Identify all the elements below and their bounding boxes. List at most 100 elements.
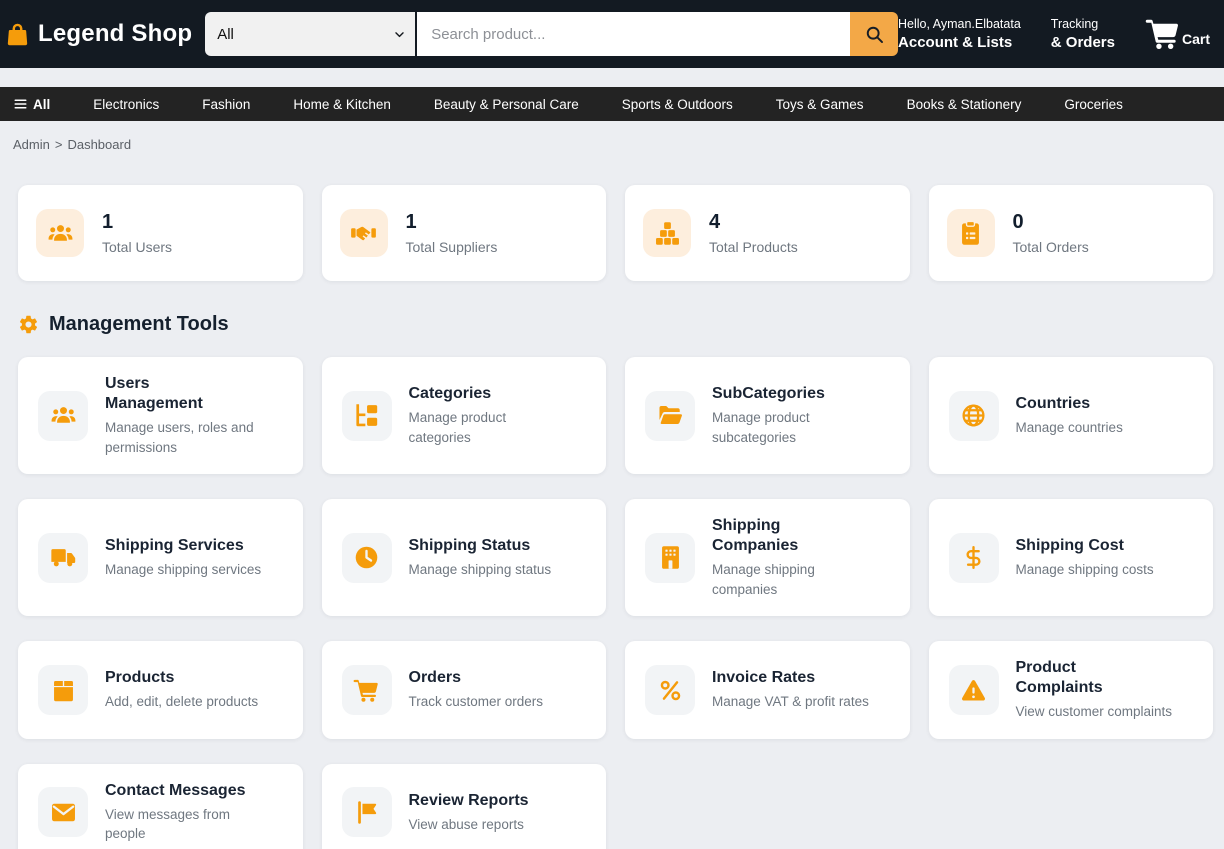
tool-card-invoice-rates[interactable]: Invoice Rates Manage VAT & profit rates	[625, 641, 910, 739]
tool-text: Orders Track customer orders	[409, 668, 544, 712]
truck-icon	[38, 532, 88, 583]
tool-card-contact-messages[interactable]: Contact Messages View messages from peop…	[18, 763, 303, 849]
nav-item-electronics[interactable]: Electronics	[93, 97, 159, 112]
nav-item-label: Electronics	[93, 96, 160, 112]
tool-title: Products	[105, 669, 175, 687]
tool-text: Shipping Services Manage shipping servic…	[105, 536, 261, 580]
nav-item-label: Groceries	[1064, 96, 1123, 112]
search-icon	[864, 24, 885, 45]
tool-text: Products Add, edit, delete products	[105, 668, 258, 712]
tool-card-shipping-status[interactable]: Shipping Status Manage shipping status	[321, 499, 606, 617]
nav-item-sports-outdoors[interactable]: Sports & Outdoors	[622, 97, 733, 112]
stat-card-total-users: 1 Total Users	[18, 185, 303, 281]
tool-title: Review Reports	[408, 791, 529, 809]
tool-subtitle: Manage users, roles and permissions	[105, 420, 254, 455]
tool-subtitle: Manage shipping services	[105, 561, 262, 577]
tool-subtitle: Manage countries	[1015, 419, 1123, 435]
search-category-select[interactable]: All	[205, 12, 416, 56]
tool-card-countries[interactable]: Countries Manage countries	[928, 357, 1213, 475]
tool-subtitle: Add, edit, delete products	[105, 694, 259, 710]
breadcrumb-dashboard[interactable]: Dashboard	[67, 137, 131, 152]
tool-title: Orders	[408, 669, 461, 687]
tool-text: Product Complaints View customer complai…	[1016, 658, 1173, 722]
tool-subtitle: View abuse reports	[408, 816, 524, 832]
tool-subtitle: Manage product categories	[408, 410, 507, 445]
nav-item-all[interactable]: All	[13, 97, 50, 112]
cart-button[interactable]: Cart	[1145, 16, 1210, 52]
nav-item-groceries[interactable]: Groceries	[1064, 97, 1123, 112]
tool-title: Invoice Rates	[712, 669, 816, 687]
tool-card-review-reports[interactable]: Review Reports View abuse reports	[321, 763, 606, 849]
stat-value: 0	[1012, 211, 1024, 233]
tool-text: Categories Manage product categories	[409, 384, 507, 447]
nav-item-label: All	[33, 96, 51, 112]
folder-tree-icon	[341, 390, 392, 441]
tool-text: Users Management Manage users, roles and…	[105, 374, 254, 457]
tool-card-orders[interactable]: Orders Track customer orders	[321, 641, 606, 739]
stat-label: Total Orders	[1012, 239, 1089, 255]
tool-text: Shipping Status Manage shipping status	[409, 536, 552, 580]
tool-card-product-complaints[interactable]: Product Complaints View customer complai…	[928, 641, 1213, 739]
tool-card-categories[interactable]: Categories Manage product categories	[321, 357, 606, 475]
stat-card-total-suppliers: 1 Total Suppliers	[321, 185, 606, 281]
account-greeting: Hello, Ayman.Elbatata	[898, 16, 1021, 31]
tool-card-shipping-services[interactable]: Shipping Services Manage shipping servic…	[18, 499, 303, 617]
tool-card-users-management[interactable]: Users Management Manage users, roles and…	[18, 357, 303, 475]
tool-title: Countries	[1015, 394, 1091, 412]
tool-text: Shipping Companies Manage shipping compa…	[712, 516, 815, 599]
gear-icon	[18, 314, 39, 335]
nav-item-label: Books & Stationery	[906, 96, 1022, 112]
category-navbar: All Electronics Fashion Home & Kitchen Beaut…	[0, 87, 1224, 121]
tool-title: SubCategories	[712, 385, 825, 402]
tool-subtitle: Manage shipping costs	[1015, 561, 1154, 577]
stats-grid: 1 Total Users 1 Total Suppliers 4 Total …	[18, 185, 1213, 281]
nav-item-toys-games[interactable]: Toys & Games	[776, 97, 864, 112]
tools-grid: Users Management Manage users, roles and…	[18, 357, 1213, 849]
account-menu[interactable]: Hello, Ayman.Elbatata Account & Lists	[898, 17, 1021, 52]
nav-item-fashion[interactable]: Fashion	[202, 97, 250, 112]
tool-subtitle: Manage shipping status	[408, 561, 552, 577]
tool-card-subcategories[interactable]: SubCategories Manage product subcategori…	[625, 357, 910, 475]
nav-item-label: Toys & Games	[775, 96, 864, 112]
search-button[interactable]	[850, 12, 899, 56]
tool-title: Shipping Cost	[1015, 536, 1124, 554]
nav-item-label: Fashion	[202, 96, 251, 112]
nav-item-label: Sports & Outdoors	[621, 96, 733, 112]
tool-subtitle: View messages from people	[105, 806, 231, 842]
brand-name: Legend Shop	[38, 20, 193, 47]
warning-icon	[948, 665, 999, 716]
nav-item-home-kitchen[interactable]: Home & Kitchen	[293, 97, 391, 112]
tool-card-shipping-cost[interactable]: Shipping Cost Manage shipping costs	[928, 499, 1213, 617]
header-right: Hello, Ayman.Elbatata Account & Lists Tr…	[898, 16, 1214, 52]
tool-card-products[interactable]: Products Add, edit, delete products	[18, 641, 303, 739]
nav-item-beauty-personal-care[interactable]: Beauty & Personal Care	[434, 97, 579, 112]
brand-logo[interactable]: Legend Shop	[4, 20, 192, 48]
tool-title: Categories	[408, 385, 492, 402]
orders-menu[interactable]: Tracking & Orders	[1051, 17, 1115, 52]
tool-subtitle: Manage shipping companies	[712, 562, 815, 597]
tool-subtitle: Manage product subcategories	[712, 410, 810, 445]
flag-icon	[341, 787, 392, 838]
orders-label: & Orders	[1050, 34, 1115, 52]
top-header: Legend Shop All Hello, Ayman.Elbatata Ac…	[0, 0, 1224, 68]
stat-value: 4	[709, 211, 721, 233]
tool-text: SubCategories Manage product subcategori…	[712, 384, 825, 447]
cubes-icon	[643, 209, 691, 257]
tool-title: Shipping Status	[408, 536, 531, 554]
breadcrumb-admin[interactable]: Admin	[13, 137, 50, 152]
nav-item-books-stationery[interactable]: Books & Stationery	[907, 97, 1022, 112]
cart-icon	[341, 665, 392, 716]
tool-title: Product Complaints	[1015, 659, 1103, 697]
nav-item-label: Beauty & Personal Care	[433, 96, 579, 112]
tool-title: Shipping Companies	[712, 517, 799, 555]
nav-item-label: Home & Kitchen	[293, 96, 391, 112]
percent-icon	[645, 665, 695, 716]
stat-card-total-products: 4 Total Products	[625, 185, 910, 281]
tool-card-shipping-companies[interactable]: Shipping Companies Manage shipping compa…	[625, 499, 910, 617]
globe-icon	[948, 390, 999, 441]
tool-subtitle: View customer complaints	[1015, 704, 1173, 720]
stat-label: Total Products	[709, 239, 798, 255]
stat-label: Total Suppliers	[405, 239, 498, 255]
dashboard-main: 1 Total Users 1 Total Suppliers 4 Total …	[0, 185, 1224, 849]
search-input[interactable]	[417, 12, 851, 56]
